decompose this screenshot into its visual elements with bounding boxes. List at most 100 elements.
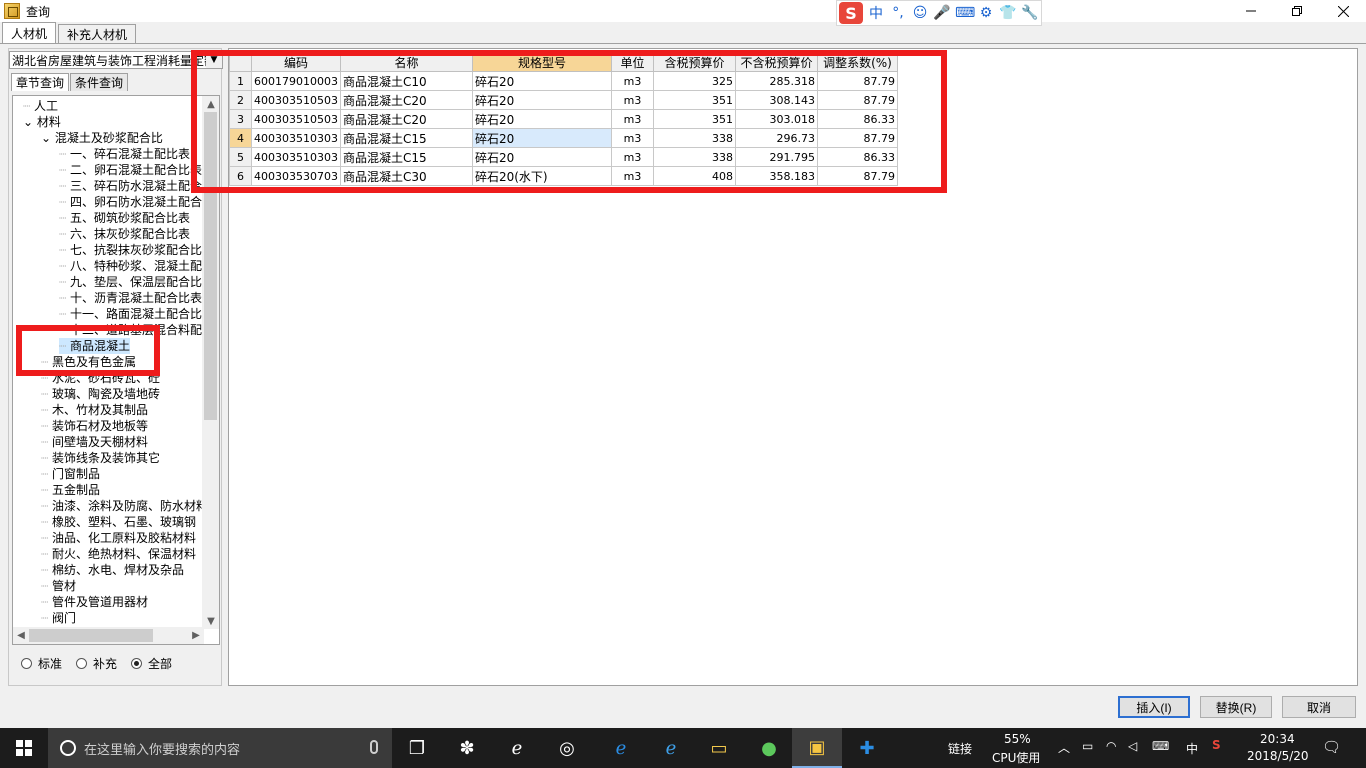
chevron-down-icon[interactable]: ▼ [206, 52, 222, 68]
tree-item[interactable]: ┈ 水泥、砂石砖瓦、砼 [41, 370, 160, 386]
tree-expand-icon[interactable]: ⌄ [23, 115, 37, 129]
start-button[interactable] [0, 728, 48, 768]
tree-item[interactable]: ┈ 五金制品 [41, 482, 100, 498]
cell-tax-price[interactable]: 408 [652, 166, 736, 186]
input-language[interactable]: 中 [1186, 740, 1198, 757]
cell-adjust-factor[interactable]: 87.79 [816, 71, 898, 91]
tree-item[interactable]: ┈ 橡胶、塑料、石墨、玻璃钢 [41, 514, 196, 530]
cell-notax-price[interactable]: 303.018 [734, 109, 818, 129]
table-row[interactable]: 2 400303510503 商品混凝土C20 碎石20 m3 351 308.143 87.… [229, 90, 898, 110]
cell-tax-price[interactable]: 351 [652, 90, 736, 110]
internet-explorer-icon[interactable]: ℯ [646, 728, 696, 768]
tree-item[interactable]: ┈ 十一、路面混凝土配合比表 [59, 306, 214, 322]
budget-app-icon[interactable]: ▣ [792, 728, 842, 768]
tree-expand-icon[interactable]: ⌄ [41, 131, 55, 145]
tab-chapter-search[interactable]: 章节查询 [11, 73, 70, 91]
cell-unit[interactable]: m3 [610, 147, 654, 167]
tree-item[interactable]: ┈ 油漆、涂料及防腐、防水材料 [41, 498, 208, 514]
tree-item[interactable]: ┈ 人工 [23, 98, 58, 114]
tree-item[interactable]: ┈ 装饰石材及地板等 [41, 418, 148, 434]
replace-button[interactable]: 替换(R) [1200, 696, 1272, 718]
cell-tax-price[interactable]: 351 [652, 109, 736, 129]
quota-library-select[interactable]: 湖北省房屋建筑与装饰工程消耗量定额 ▼ [9, 51, 223, 69]
tab-condition-search[interactable]: 条件查询 [70, 73, 129, 91]
keyboard-icon[interactable]: ⌨ [1152, 739, 1169, 753]
cell-tax-price[interactable]: 338 [652, 128, 736, 148]
cell-tax-price[interactable]: 325 [652, 71, 736, 91]
remote-app-icon[interactable]: ✚ [842, 728, 892, 768]
scroll-up-icon[interactable]: ▲ [203, 96, 219, 112]
pinwheel-app-icon[interactable]: ✽ [442, 728, 492, 768]
cell-spec[interactable]: 碎石20(水下) [471, 166, 612, 186]
task-view-icon[interactable]: ❐ [392, 728, 442, 768]
cell-code[interactable]: 400303510503 [251, 109, 341, 129]
tree-item[interactable]: ┈ 八、特种砂浆、混凝土配合比表 [59, 258, 219, 274]
ime-toolbar[interactable]: S 中 °, ☺ 🎤 ⌨ ⚙ 👕 🔧 [836, 0, 1042, 26]
tree-item[interactable]: ┈ 木、竹材及其制品 [41, 402, 148, 418]
cell-notax-price[interactable]: 291.795 [734, 147, 818, 167]
table-row[interactable]: 1 600179010003 商品混凝土C10 碎石20 m3 325 285.318 87.… [229, 71, 898, 91]
scroll-left-icon[interactable]: ◀ [13, 627, 29, 643]
tree-horizontal-scrollbar[interactable]: ◀ ▶ [13, 627, 204, 644]
header-adjust-factor[interactable]: 调整系数(%) [816, 53, 898, 72]
minimize-button[interactable] [1228, 0, 1274, 22]
battery-icon[interactable]: ▭ [1082, 739, 1093, 753]
cell-name[interactable]: 商品混凝土C20 [339, 109, 473, 129]
clock-time[interactable]: 20:34 [1260, 732, 1295, 746]
cell-code[interactable]: 400303510303 [251, 147, 341, 167]
tree-item[interactable]: ⌄ 混凝土及砂浆配合比 [41, 130, 163, 146]
green-app-icon[interactable]: ● [744, 728, 794, 768]
cell-name[interactable]: 商品混凝土C30 [339, 166, 473, 186]
cell-adjust-factor[interactable]: 87.79 [816, 128, 898, 148]
tree-item[interactable]: ⌄ 材料 [23, 114, 61, 130]
cell-notax-price[interactable]: 308.143 [734, 90, 818, 110]
tree-item[interactable]: ┈ 一、碎石混凝土配比表 [59, 146, 190, 162]
cell-name[interactable]: 商品混凝土C15 [339, 128, 473, 148]
wifi-icon[interactable]: ◠ [1106, 739, 1116, 753]
tree-item[interactable]: ┈ 管材 [41, 578, 76, 594]
cell-unit[interactable]: m3 [610, 90, 654, 110]
file-explorer-icon[interactable]: ▭ [694, 728, 744, 768]
sogou-ime-icon[interactable]: S [839, 2, 863, 24]
browser-e-icon[interactable]: ℯ [492, 728, 542, 768]
cell-unit[interactable]: m3 [610, 166, 654, 186]
tree-item[interactable]: ┈ 六、抹灰砂浆配合比表 [59, 226, 190, 242]
ime-voice-icon[interactable]: 🎤 [933, 5, 951, 21]
ime-settings-icon[interactable]: 🔧 [1021, 5, 1039, 21]
tree-item[interactable]: ┈ 黑色及有色金属 [41, 354, 136, 370]
cell-unit[interactable]: m3 [610, 71, 654, 91]
tree-item[interactable]: ┈ 耐火、绝热材料、保温材料 [41, 546, 196, 562]
cell-adjust-factor[interactable]: 86.33 [816, 109, 898, 129]
radio-supplementary[interactable]: 补充 [76, 655, 117, 672]
ime-skin-icon[interactable]: 👕 [999, 5, 1017, 21]
tree-vertical-scroll-thumb[interactable] [204, 112, 217, 420]
tab-resources[interactable]: 人材机 [2, 22, 57, 44]
swirl-app-icon[interactable]: ◎ [542, 728, 592, 768]
scroll-right-icon[interactable]: ▶ [188, 627, 204, 643]
ime-chinese-mode-icon[interactable]: 中 [867, 3, 885, 23]
ime-keyboard-icon[interactable]: ⌨ [955, 5, 975, 21]
tree-item[interactable]: ┈ 棉纺、水电、焊材及杂品 [41, 562, 184, 578]
tree-item[interactable]: ┈ 阀门 [41, 610, 76, 626]
cell-code[interactable]: 400303510503 [251, 90, 341, 110]
cell-name[interactable]: 商品混凝土C10 [339, 71, 473, 91]
table-row[interactable]: 6 400303530703 商品混凝土C30 碎石20(水下) m3 408 358.18… [229, 166, 898, 186]
cell-spec[interactable]: 碎石20 [471, 147, 612, 167]
restore-button[interactable] [1274, 0, 1320, 22]
ime-emoji-icon[interactable]: ☺ [911, 5, 929, 21]
cell-spec[interactable]: 碎石20 [471, 90, 612, 110]
header-notax-price[interactable]: 不含税预算价 [734, 53, 818, 72]
cell-code[interactable]: 400303530703 [251, 166, 341, 186]
edge-icon[interactable]: ℯ [596, 728, 646, 768]
tree-item[interactable]: ┈ 七、抗裂抹灰砂浆配合比表 [59, 242, 214, 258]
notification-icon[interactable]: 🗨 [1322, 738, 1341, 756]
cell-unit[interactable]: m3 [610, 128, 654, 148]
ime-tools-icon[interactable]: ⚙ [977, 5, 995, 21]
sogou-tray-icon[interactable]: S [1212, 738, 1221, 752]
close-button[interactable] [1320, 0, 1366, 22]
tree-item[interactable]: ┈ 装饰线条及装饰其它 [41, 450, 160, 466]
tree-horizontal-scroll-thumb[interactable] [29, 629, 153, 642]
table-row[interactable]: 3 400303510503 商品混凝土C20 碎石20 m3 351 303.018 86.… [229, 109, 898, 129]
tree-item[interactable]: ┈ 油品、化工原料及胶粘材料 [41, 530, 196, 546]
tree-item[interactable]: ┈ 四、卵石防水混凝土配合比表 [59, 194, 219, 210]
